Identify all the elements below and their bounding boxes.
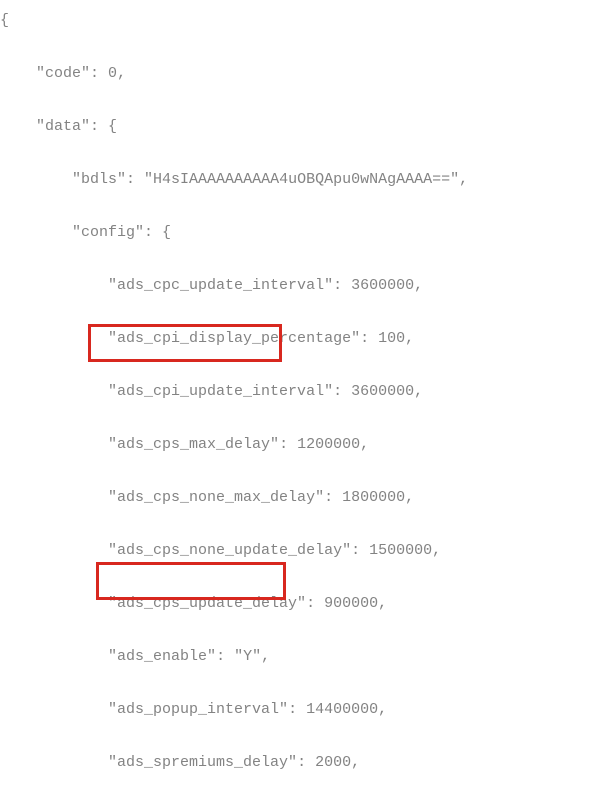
json-value: 1500000 [369,542,432,559]
code-line: "ads_cpc_update_interval": 3600000, [0,273,595,300]
code-line: "ads_cpi_update_interval": 3600000, [0,379,595,406]
code-line: "ads_cps_none_update_delay": 1500000, [0,538,595,565]
code-line: "bdls": "H4sIAAAAAAAAAA4uOBQApu0wNAgAAAA… [0,167,595,194]
json-key: "ads_cps_none_max_delay" [108,489,324,506]
code-line: "ads_popup_interval": 14400000, [0,697,595,724]
json-value: "H4sIAAAAAAAAAA4uOBQApu0wNAgAAAA==" [144,171,459,188]
json-value: 2000 [315,754,351,771]
json-key: "config" [72,224,144,241]
json-value: 0 [108,65,117,82]
json-value: "Y" [234,648,261,665]
json-key: "bdls" [72,171,126,188]
code-line: "ads_cps_max_delay": 1200000, [0,432,595,459]
json-key: "ads_cps_none_update_delay" [108,542,351,559]
code-line: "ads_cps_none_max_delay": 1800000, [0,485,595,512]
json-key: "ads_cpi_update_interval" [108,383,333,400]
code-line: "ads_cpi_display_percentage": 100, [0,326,595,353]
json-key: "ads_cps_max_delay" [108,436,279,453]
json-value: 3600000 [351,383,414,400]
code-line: "ads_spremiums_delay": 2000, [0,750,595,777]
json-key: "data" [36,118,90,135]
code-line: "data": { [0,114,595,141]
code-line-ads-enable: "ads_enable": "Y", [0,644,595,671]
json-code-block: { "code": 0, "data": { "bdls": "H4sIAAAA… [0,0,595,795]
code-line: "ads_cps_update_delay": 900000, [0,591,595,618]
json-value: 900000 [324,595,378,612]
json-key: "ads_cpi_display_percentage" [108,330,360,347]
json-key: "code" [36,65,90,82]
json-key: "ads_cps_update_delay" [108,595,306,612]
json-key: "ads_popup_interval" [108,701,288,718]
json-key: "ads_enable" [108,648,216,665]
json-key: "ads_spremiums_delay" [108,754,297,771]
code-line: "config": { [0,220,595,247]
json-key: "ads_cpc_update_interval" [108,277,333,294]
json-value: 1200000 [297,436,360,453]
json-value: 3600000 [351,277,414,294]
brace-open: { [0,12,9,29]
json-value: 14400000 [306,701,378,718]
json-value: 100 [378,330,405,347]
code-line: { [0,8,595,35]
code-line: "code": 0, [0,61,595,88]
json-value: 1800000 [342,489,405,506]
